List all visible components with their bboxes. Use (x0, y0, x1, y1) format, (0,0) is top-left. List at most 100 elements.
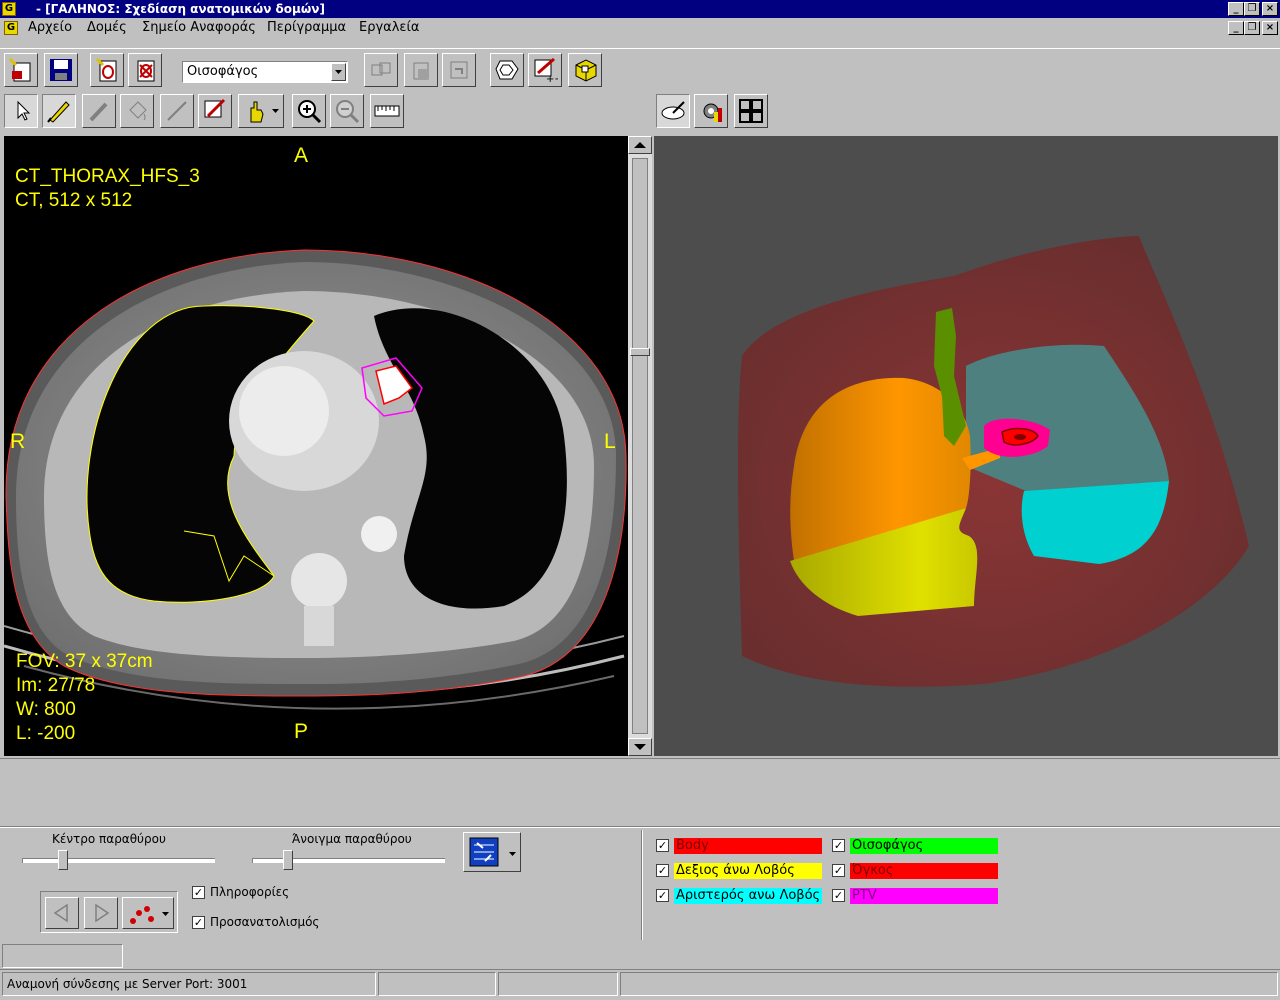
edit-tool-button[interactable] (82, 94, 116, 128)
structure-select[interactable]: Οισοφάγος (182, 61, 348, 83)
app-icon[interactable]: G (2, 2, 16, 16)
doc-close-button[interactable]: × (1262, 21, 1278, 35)
svg-text:++: ++ (546, 74, 558, 83)
structure-item-ptv[interactable]: ✓ PTV (832, 888, 1002, 904)
new-file-icon (8, 57, 31, 82)
edit-pen-icon (89, 102, 108, 122)
info-panel (0, 758, 1280, 826)
interpolate-contours-button[interactable]: ++ (528, 53, 562, 87)
paste-contour-button[interactable] (404, 53, 438, 87)
info-checkbox-label: Πληροφορίες (210, 885, 290, 899)
menu-file[interactable]: Αρχείο (28, 20, 72, 35)
auto-contour-icon (204, 98, 226, 118)
scroll-track[interactable] (632, 158, 648, 734)
slice-scrollbar[interactable] (628, 136, 652, 756)
render-3d-viewport[interactable] (654, 136, 1278, 756)
status-cell-3 (498, 972, 618, 996)
doc-restore-button[interactable]: ❐ (1244, 21, 1260, 35)
status-message-cell: Αναμονή σύνδεσης με Server Port: 3001 (2, 972, 376, 996)
structure-item-body[interactable]: ✓ Body (656, 838, 826, 854)
delete-slice-icon (137, 60, 155, 82)
undo-contour-button[interactable] (442, 53, 476, 87)
structure-label: Αριστερός ανω Λοβός (674, 888, 822, 904)
draw-tool-button[interactable] (42, 94, 76, 128)
save-button[interactable] (44, 53, 78, 87)
chevron-down-icon[interactable] (161, 909, 171, 919)
ct-viewport[interactable]: CT_THORAX_HFS_3 CT, 512 x 512 A P R L FO… (4, 136, 628, 756)
status-cell-4 (620, 972, 1278, 996)
interpolate-icon: ++ (534, 57, 558, 83)
select-tool-button[interactable] (4, 94, 38, 128)
zoom-in-button[interactable] (292, 94, 326, 128)
next-slice-button[interactable] (84, 897, 118, 929)
ruler-button[interactable] (370, 94, 404, 128)
window-center-track[interactable] (22, 858, 215, 863)
structure-item-right-upper-lobe[interactable]: ✓ Δεξιος άνω Λοβός (656, 863, 826, 879)
surface-model-button[interactable] (490, 53, 524, 87)
delete-slice-button[interactable] (128, 53, 162, 87)
layout-grid-button[interactable] (734, 94, 768, 128)
line-tool-button[interactable] (160, 94, 194, 128)
menu-reference-point[interactable]: Σημείο Αναφοράς (142, 20, 256, 35)
volume-render-button[interactable] (568, 53, 602, 87)
orientation-checkbox[interactable]: ✓ (192, 916, 205, 929)
structure-label: Οισοφάγος (850, 838, 998, 854)
paint-bucket-icon (129, 101, 147, 121)
status-divider (0, 969, 1280, 970)
grid-layout-icon (739, 99, 763, 123)
zoom-out-button[interactable] (330, 94, 364, 128)
structure-visibility-checkbox[interactable]: ✓ (832, 889, 845, 902)
window-level-label: L: -200 (16, 723, 76, 744)
new-structure-button[interactable] (4, 53, 38, 87)
structure-visibility-checkbox[interactable]: ✓ (656, 889, 669, 902)
restore-button[interactable]: ❐ (1244, 2, 1260, 16)
contour-points-button[interactable] (122, 897, 174, 929)
new-slice-button[interactable] (90, 53, 124, 87)
points-icon (130, 906, 154, 924)
doc-icon[interactable]: G (4, 21, 18, 35)
controls-divider-highlight (0, 827, 1280, 828)
scroll-thumb[interactable] (630, 348, 650, 356)
structure-item-left-upper-lobe[interactable]: ✓ Αριστερός ανω Λοβός (656, 888, 826, 904)
progress-panel (2, 944, 123, 968)
chevron-down-icon[interactable] (508, 849, 518, 859)
fov-label: FOV: 37 x 37cm (16, 651, 153, 672)
close-button[interactable]: × (1262, 2, 1278, 16)
scroll-up-button[interactable] (628, 136, 652, 154)
info-checkbox[interactable]: ✓ (192, 886, 205, 899)
camera-view-button[interactable] (656, 94, 690, 128)
chevron-down-icon[interactable] (271, 106, 281, 116)
doc-minimize-button[interactable]: _ (1228, 21, 1244, 35)
auto-contour-button[interactable] (198, 94, 232, 128)
structure-label: PTV (850, 888, 998, 904)
cube-icon (575, 59, 597, 82)
window-center-slider[interactable] (58, 850, 69, 870)
scroll-down-button[interactable] (628, 738, 652, 756)
chevron-down-icon[interactable] (331, 63, 346, 81)
image-info: CT, 512 x 512 (15, 190, 133, 211)
menu-contour[interactable]: Περίγραμμα (267, 20, 346, 35)
menu-tools[interactable]: Εργαλεία (359, 20, 419, 35)
copy-contour-button[interactable] (364, 53, 398, 87)
structure-item-tumor[interactable]: ✓ Όγκος (832, 863, 1002, 879)
structure-visibility-checkbox[interactable]: ✓ (656, 839, 669, 852)
render-settings-button[interactable] (694, 94, 728, 128)
previous-slice-button[interactable] (45, 897, 79, 929)
window-preset-button[interactable] (463, 832, 521, 872)
minimize-button[interactable]: _ (1228, 2, 1244, 16)
image-number-label: Im: 27/78 (16, 675, 96, 696)
structure-visibility-checkbox[interactable]: ✓ (832, 864, 845, 877)
window-width-track[interactable] (252, 858, 445, 863)
structure-item-esophagus[interactable]: ✓ Οισοφάγος (832, 838, 1002, 854)
pan-tool-button[interactable] (238, 94, 284, 128)
window-width-slider[interactable] (282, 850, 293, 870)
zoom-out-icon (336, 100, 360, 124)
structure-visibility-checkbox[interactable]: ✓ (832, 839, 845, 852)
fill-tool-button[interactable] (120, 94, 154, 128)
zoom-in-icon (298, 100, 322, 124)
menu-structures[interactable]: Δομές (87, 20, 127, 35)
paste-contour-icon (413, 62, 429, 80)
hand-icon (250, 101, 264, 123)
structure-visibility-checkbox[interactable]: ✓ (656, 864, 669, 877)
series-name: CT_THORAX_HFS_3 (15, 166, 200, 187)
